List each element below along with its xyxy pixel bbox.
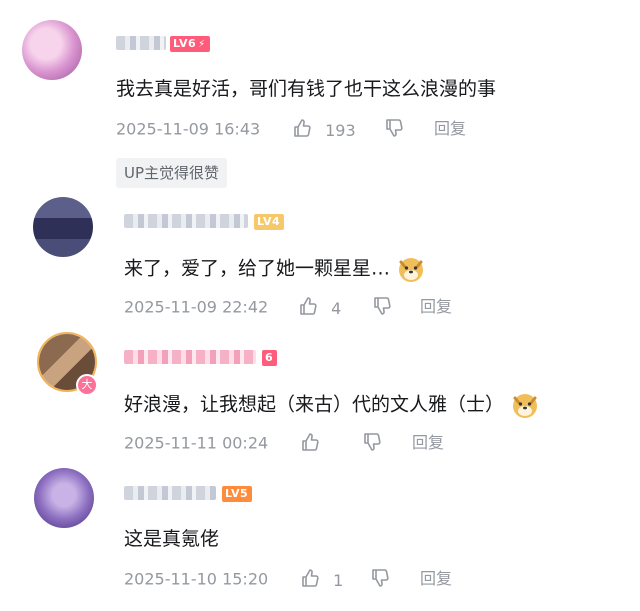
thumbs-down-icon [384, 118, 404, 144]
like-button[interactable]: 193 [292, 118, 356, 144]
like-button[interactable] [300, 432, 320, 458]
thumbs-up-icon [300, 568, 320, 594]
doge-emote-icon [510, 390, 540, 420]
dislike-button[interactable] [362, 432, 382, 458]
level-badge: LV4 [254, 214, 285, 230]
like-button[interactable]: 1 [300, 568, 343, 594]
like-count: 4 [331, 299, 342, 318]
comment-time: 2025-11-09 16:43 [116, 119, 261, 139]
avatar[interactable] [33, 197, 93, 257]
level-badge: 6 [262, 350, 278, 366]
comment-text-content: 好浪漫，让我想起（来古）代的文人雅（士） [124, 393, 505, 416]
thumbs-down-icon [372, 296, 392, 322]
username[interactable] [116, 36, 166, 50]
comment-time: 2025-11-09 22:42 [124, 297, 269, 317]
comment-time: 2025-11-11 00:24 [124, 433, 269, 453]
comment-text: 好浪漫，让我想起（来古）代的文人雅（士） [124, 390, 540, 420]
comment-time: 2025-11-10 15:20 [124, 569, 269, 589]
thumbs-down-icon [370, 568, 390, 594]
comment-meta: 2025-11-09 16:43 [116, 118, 260, 141]
dislike-button[interactable] [384, 118, 404, 144]
thumbs-up-icon [300, 432, 320, 458]
comment-meta: 2025-11-10 15:20 [124, 568, 268, 591]
vip-badge: 大 [76, 374, 98, 396]
comment-text-content: 来了，爱了，给了她一颗星星… [124, 257, 391, 280]
like-button[interactable]: 4 [298, 296, 341, 322]
comment-meta: 2025-11-11 00:24 [124, 432, 268, 455]
avatar[interactable] [22, 20, 82, 80]
reply-button[interactable]: 回复 [412, 432, 444, 454]
thumbs-up-icon [298, 296, 318, 322]
username[interactable] [124, 350, 256, 364]
like-count: 193 [325, 121, 356, 140]
lightning-icon: ⚡ [198, 39, 206, 50]
thumbs-up-icon [292, 118, 312, 144]
level-badge: LV6 ⚡ [170, 36, 210, 52]
up-liked-badge: UP主觉得很赞 [116, 158, 228, 188]
comment-text: 我去真是好活，哥们有钱了也干这么浪漫的事 [116, 78, 497, 100]
level-badge: LV5 [222, 486, 253, 502]
reply-button[interactable]: 回复 [434, 118, 466, 140]
comment-meta: 2025-11-09 22:42 [124, 296, 268, 319]
username[interactable] [124, 486, 216, 500]
dislike-button[interactable] [372, 296, 392, 322]
reply-button[interactable]: 回复 [420, 568, 452, 590]
like-count: 1 [333, 571, 344, 590]
dislike-button[interactable] [370, 568, 390, 594]
avatar[interactable] [34, 468, 94, 528]
doge-emote-icon [396, 254, 426, 284]
username[interactable] [124, 214, 248, 228]
thumbs-down-icon [362, 432, 382, 458]
comment-text: 这是真氪佬 [124, 528, 220, 550]
comment-text: 来了，爱了，给了她一颗星星… [124, 254, 426, 284]
reply-button[interactable]: 回复 [420, 296, 452, 318]
